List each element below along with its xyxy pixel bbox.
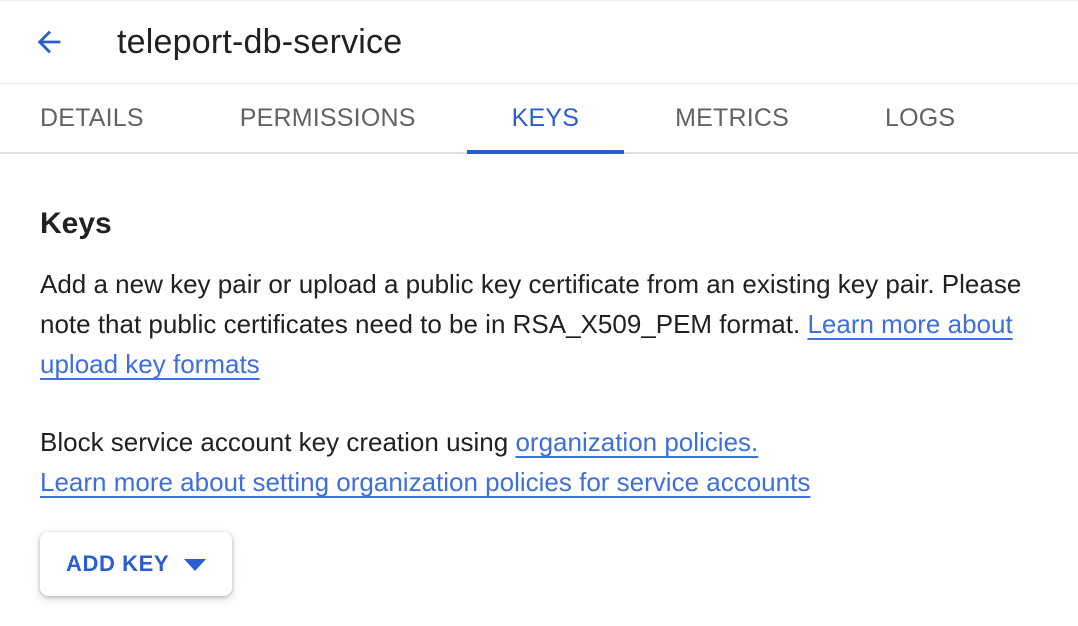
add-key-label: ADD KEY (66, 551, 169, 577)
tab-metrics[interactable]: METRICS (630, 84, 834, 152)
tab-permissions[interactable]: PERMISSIONS (195, 84, 461, 152)
page-title: teleport-db-service (117, 23, 402, 62)
page-header: teleport-db-service (0, 0, 1078, 84)
tab-logs[interactable]: LOGS (840, 84, 1000, 152)
org-policies-service-accounts-link[interactable]: Learn more about setting organization po… (40, 467, 810, 497)
tab-bar: DETAILS PERMISSIONS KEYS METRICS LOGS (0, 84, 1078, 154)
section-heading: Keys (40, 206, 1038, 242)
arrow-left-icon (32, 25, 66, 59)
caret-down-icon (184, 559, 206, 571)
tab-details[interactable]: DETAILS (0, 84, 189, 152)
tab-keys[interactable]: KEYS (467, 84, 625, 152)
policy-text: Block service account key creation using (40, 427, 515, 457)
keys-panel: Keys Add a new key pair or upload a publ… (0, 206, 1078, 596)
keys-intro-paragraph: Add a new key pair or upload a public ke… (40, 264, 1038, 384)
policy-paragraph: Block service account key creation using… (40, 422, 1038, 502)
add-key-button[interactable]: ADD KEY (40, 532, 232, 596)
organization-policies-link[interactable]: organization policies. (515, 427, 758, 457)
back-button[interactable] (30, 23, 68, 61)
